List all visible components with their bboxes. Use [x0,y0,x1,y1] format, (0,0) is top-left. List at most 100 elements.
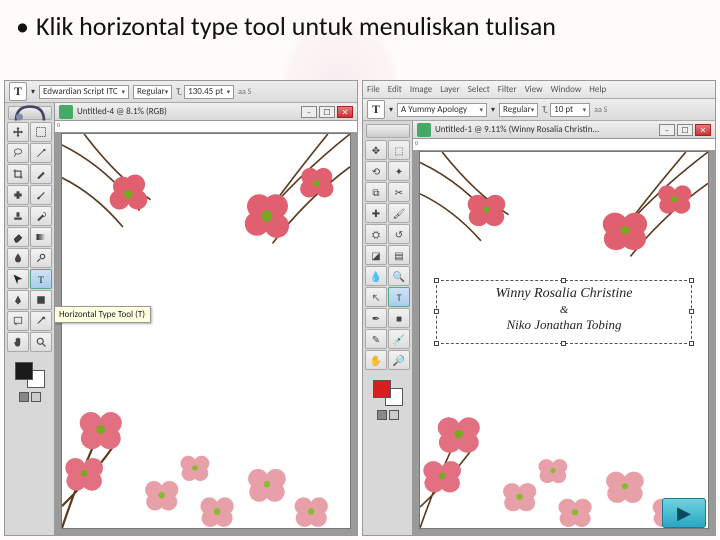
font-size-dropdown[interactable]: 10 pt [550,103,590,117]
pen-tool-icon[interactable] [7,290,29,310]
gradient-tool-icon[interactable]: ▤ [388,245,410,265]
next-slide-button[interactable]: ▶ [662,498,706,528]
wand-tool-icon[interactable] [30,143,52,163]
options-bar: T ▾ Edwardian Script ITC Regular T̲ 130.… [5,81,357,103]
document-title-text: Untitled-4 @ 8.1% (RGB) [77,106,167,117]
hand-tool-icon[interactable]: ✋ [365,350,387,370]
color-swatch-area [365,376,410,422]
blur-tool-icon[interactable] [7,248,29,268]
selection-handle[interactable] [434,341,439,346]
zoom-tool-icon[interactable]: 🔎 [388,350,410,370]
path-tool-icon[interactable]: ↖ [365,287,387,307]
path-tool-icon[interactable] [7,269,29,289]
minimize-button[interactable]: – [659,124,675,136]
doc-ps-icon [417,123,431,137]
eyedropper-tool-icon[interactable] [30,311,52,331]
move-tool-icon[interactable]: ✥ [365,140,387,160]
gradient-tool-icon[interactable] [30,227,52,247]
pen-tool-icon[interactable]: ✒ [365,308,387,328]
hand-tool-icon[interactable] [7,332,29,352]
selection-handle[interactable] [434,309,439,314]
eraser-tool-icon[interactable]: ◪ [365,245,387,265]
selection-handle[interactable] [689,309,694,314]
zoom-tool-icon[interactable] [30,332,52,352]
document-titlebar: Untitled-4 @ 8.1% (RGB) – ☐ ✕ [55,103,357,121]
notes-tool-icon[interactable] [7,311,29,331]
blur-tool-icon[interactable]: 💧 [365,266,387,286]
eraser-tool-icon[interactable] [7,227,29,247]
selection-handle[interactable] [561,278,566,283]
selection-handle[interactable] [689,341,694,346]
aa-label: aa S [594,105,607,115]
menu-file[interactable]: File [367,84,380,95]
quickmask-icon[interactable] [19,392,29,402]
fg-color-swatch[interactable] [373,380,391,398]
lasso-tool-icon[interactable]: ⟲ [365,161,387,181]
canvas[interactable]: Winny Rosalia Christine & Niko Jonathan … [419,151,709,529]
eyedropper-tool-icon[interactable]: 💉 [388,329,410,349]
stamp-tool-icon[interactable] [7,206,29,226]
stamp-tool-icon[interactable]: ⛭ [365,224,387,244]
history-brush-icon[interactable] [30,206,52,226]
heal-tool-icon[interactable] [7,185,29,205]
menu-image[interactable]: Image [410,84,432,95]
close-window-button[interactable]: ✕ [337,106,353,118]
close-window-button[interactable]: ✕ [695,124,711,136]
document-titlebar: Untitled-1 @ 9.11% (Winny Rosalia Christ… [413,121,715,139]
slice-tool-icon[interactable]: ✂ [388,182,410,202]
screenmode-icon[interactable] [389,410,399,420]
options-bar: T ▾ A Yummy Apology ▾ Regular T̲ 10 pt a… [363,99,715,121]
font-style-dropdown[interactable]: Regular [499,103,538,117]
quickmask-icon[interactable] [377,410,387,420]
dodge-tool-icon[interactable]: 🔍 [388,266,410,286]
crop-tool-icon[interactable] [7,164,29,184]
menu-filter[interactable]: Filter [498,84,517,95]
toolbox: T [5,103,55,535]
menu-bar: File Edit Image Layer Select Filter View… [363,81,715,99]
marquee-tool-icon[interactable]: ⬚ [388,140,410,160]
font-family-dropdown[interactable]: Edwardian Script ITC [39,85,129,99]
fg-color-swatch[interactable] [15,362,33,380]
marquee-tool-icon[interactable] [30,122,52,142]
selection-handle[interactable] [561,341,566,346]
heal-tool-icon[interactable]: ✚ [365,203,387,223]
menu-edit[interactable]: Edit [388,84,402,95]
notes-tool-icon[interactable]: ✎ [365,329,387,349]
ps-logo-icon [8,106,52,120]
slice-tool-icon[interactable] [30,164,52,184]
font-style-dropdown[interactable]: Regular [133,85,172,99]
screenmode-icon[interactable] [31,392,41,402]
selection-handle[interactable] [689,278,694,283]
selection-handle[interactable] [434,278,439,283]
brush-tool-icon[interactable]: 🖌 [388,203,410,223]
type-tool-preset-icon[interactable]: T [9,82,27,101]
wand-tool-icon[interactable]: ✦ [388,161,410,181]
type-tool-preset-icon[interactable]: T [367,100,385,119]
minimize-button[interactable]: – [301,106,317,118]
aa-label: aa S [238,87,251,97]
crop-tool-icon[interactable]: ⧉ [365,182,387,202]
dodge-tool-icon[interactable] [30,248,52,268]
photoshop-panel-right: File Edit Image Layer Select Filter View… [362,80,716,536]
menu-layer[interactable]: Layer [440,84,460,95]
type-tool-icon[interactable]: T [388,287,410,307]
menu-view[interactable]: View [525,84,543,95]
menu-help[interactable]: Help [589,84,606,95]
menu-window[interactable]: Window [551,84,582,95]
typed-text-amp: & [441,303,687,317]
brush-tool-icon[interactable] [30,185,52,205]
shape-tool-icon[interactable] [30,290,52,310]
text-selection-box[interactable]: Winny Rosalia Christine & Niko Jonathan … [436,280,692,344]
lasso-tool-icon[interactable] [7,143,29,163]
canvas[interactable] [61,133,351,529]
menu-select[interactable]: Select [468,84,490,95]
type-tool-icon[interactable]: T [30,269,52,289]
move-tool-icon[interactable] [7,122,29,142]
font-size-dropdown[interactable]: 130.45 pt [184,85,234,99]
history-brush-icon[interactable]: ↺ [388,224,410,244]
maximize-button[interactable]: ☐ [319,106,335,118]
maximize-button[interactable]: ☐ [677,124,693,136]
type-tool-tooltip: Horizontal Type Tool (T) [55,306,151,323]
font-family-dropdown[interactable]: A Yummy Apology [397,103,487,117]
shape-tool-icon[interactable]: ■ [388,308,410,328]
